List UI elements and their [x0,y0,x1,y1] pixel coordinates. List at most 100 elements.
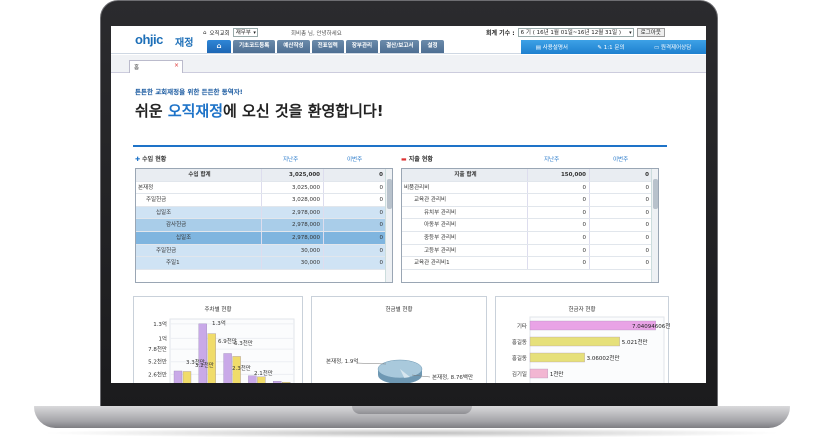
bar [273,381,282,383]
welcome-subtitle: 튼튼한 교회재정을 위한 든든한 동역자! [135,88,243,96]
y-tick-label: 2.6천만 [148,370,167,378]
data-label: 2.1천만 [254,369,273,377]
data-label: 5.021천만 [622,338,648,346]
bar [207,333,216,383]
remote-support-link[interactable]: ▭ 원격제어상담 [654,43,691,51]
inquiry-link[interactable]: ✎ 1:1 문의 [597,43,624,51]
table-row[interactable]: 주일1 30,000 0 [136,257,392,270]
nav-item-voucher[interactable]: 전표입력 [311,40,344,53]
expense-col-prev: 지난주 [544,157,560,163]
laptop-notch [352,406,472,414]
y-tick-label: 7.8천만 [148,345,167,353]
bar [257,376,266,383]
table-row[interactable]: 비품관리비 0 0 [402,181,658,195]
divider [133,145,667,147]
bar [529,336,620,347]
table-row[interactable]: 감사헌금 2,978,000 0 [136,219,392,232]
data-label: 1.3억 [212,319,226,327]
data-label: 7.04094606천만 [632,322,670,330]
church-icon: ⌂ [203,29,207,36]
donor-chart-card: 헌금자 현황 기타7.04094606천만홍길동5.021천만홍길동3.0600… [495,296,675,383]
income-panel: ✚ 수입 현황 지난주 이번주 수입 합계 3,025,000 0 본재정 3,025… [133,152,398,287]
data-label: 6.3천만 [234,339,253,347]
pie-label: 본재정, 1.9억 [326,357,358,365]
book-icon: ▤ [535,45,541,51]
bar [529,368,549,379]
income-scrollbar[interactable] [385,169,392,282]
org-selector: ⌂ 오직교회 재무부 [203,28,258,37]
nav-item-reports[interactable]: 결산/보고서 [380,40,420,53]
monitor-icon: ▭ [653,45,660,51]
bar [529,352,585,363]
pie-label: 본재정, 8.76백만 [432,373,473,381]
app-screen: ohjic 재정 ⌂ 오직교회 재무부 회비총 님, 안녕하세요 회계 기수 :… [111,26,706,383]
manual-link[interactable]: ▤ 사용설명서 [536,43,568,51]
expense-panel: ▬ 지출 현황 지난주 이번주 지출 합계 150,000 0 비품관리비 0 0 교육… [399,152,664,287]
nav-item-basic-codes[interactable]: 기초코드등록 [233,40,276,53]
table-row[interactable]: 본재정 3,025,000 0 [136,181,392,195]
greeting-text: 회비총 님, 안녕하세요 [291,31,342,37]
bar [182,371,192,383]
nav-item-settings[interactable]: 설정 [421,40,444,53]
logo[interactable]: ohjic [135,32,163,47]
laptop-shadow [40,428,784,438]
table-header-row: 수입 합계 3,025,000 0 [136,169,392,182]
main-nav: ⌂ 기초코드등록 예산작성 전표입력 장부관리 결산/보고서 설정 [207,40,444,53]
table-row[interactable]: 십일조 2,978,000 0 [136,231,392,245]
income-title: ✚ 수입 현황 [135,156,167,163]
weekly-chart-card: 주차별 현황 1.3억 1억 7.8천만 5.2천만 2.6천만 1.3억 6.9천만 6.3… [133,296,303,383]
welcome-title: 쉬운 오직재정에 오신 것을 환영합니다! [135,102,384,120]
expense-col-this: 이번주 [613,157,629,163]
y-tick-label: 1.3억 [153,320,167,328]
table-row[interactable]: 중등부 관리비 0 0 [402,231,658,245]
minus-icon: ▬ [401,156,407,163]
table-row[interactable]: 교육관 관리비 0 0 [402,194,658,207]
home-icon[interactable]: ⌂ [207,40,231,53]
expense-scrollbar[interactable] [651,169,658,282]
tab-home-label: 홈 [134,65,140,71]
table-row[interactable]: 십일조 2,978,000 0 [136,206,392,220]
offering-chart-card: 헌금별 현황 본재정, 1.9억본재정, 8.76백만 [311,296,487,383]
table-row[interactable]: 주일헌금 3,028,000 0 [136,194,392,207]
table-row[interactable]: 주일헌금 30,000 0 [136,244,392,258]
fiscal-label: 회계 기수 : [486,30,515,37]
expense-title: ▬ 지출 현황 [401,156,433,163]
donor-chart-title: 헌금자 현황 [568,307,596,313]
close-icon[interactable]: × [174,62,179,69]
org-label: 오직교회 [209,30,230,37]
bar [282,381,291,383]
table-row[interactable]: 유치부 관리비 0 0 [402,206,658,220]
y-tick-label: 5.2천만 [148,358,167,366]
fiscal-period: 회계 기수 : 6 기 ( 16년 1월 01일~16년 12월 31일 ) 로… [486,28,665,37]
income-col-prev: 지난주 [283,157,299,163]
leader-line [355,362,387,365]
logout-button[interactable]: 로그아웃 [636,28,665,37]
table-row[interactable]: 교육관 관리비1 0 0 [402,257,658,270]
fiscal-select[interactable]: 6 기 ( 16년 1월 01일~16년 12월 31일 ) [517,28,634,37]
nav-item-budget[interactable]: 예산작성 [277,40,310,53]
bar [198,323,207,383]
table-header-row: 지출 합계 150,000 0 [402,169,658,182]
data-label: 2.3천만 [232,364,251,372]
data-label: 3.06002천만 [587,354,620,362]
tab-home[interactable]: 홈 × [129,60,183,73]
app-header: ohjic 재정 ⌂ 오직교회 재무부 회비총 님, 안녕하세요 회계 기수 :… [111,26,706,54]
chat-icon: ✎ [597,45,603,51]
expense-table: 지출 합계 150,000 0 비품관리비 0 0 교육관 관리비 0 0 유치부 관리비 0… [401,168,659,283]
data-label: 3.2천만 [195,361,214,369]
category-label: 기타 [517,322,527,330]
category-label: 홍길동 [512,338,527,346]
income-col-this: 이번주 [347,157,363,163]
weekly-chart-title: 주차별 현황 [204,307,232,313]
income-table: 수입 합계 3,025,000 0 본재정 3,025,000 0 주일헌금 3,028,… [135,168,393,283]
nav-item-ledger[interactable]: 장부관리 [345,40,379,53]
table-row[interactable]: 고등부 관리비 0 0 [402,244,658,258]
y-tick-label: 1억 [158,334,167,342]
table-row[interactable]: 아동부 관리비 0 0 [402,219,658,232]
tab-strip: 홈 × [111,55,706,73]
offering-chart-title: 헌금별 현황 [385,307,413,313]
laptop-frame: ohjic 재정 ⌂ 오직교회 재무부 회비총 님, 안녕하세요 회계 기수 :… [0,0,824,445]
category-label: 홍길동 [512,354,527,362]
plus-icon: ✚ [135,156,141,163]
org-select[interactable]: 재무부 [232,28,258,37]
